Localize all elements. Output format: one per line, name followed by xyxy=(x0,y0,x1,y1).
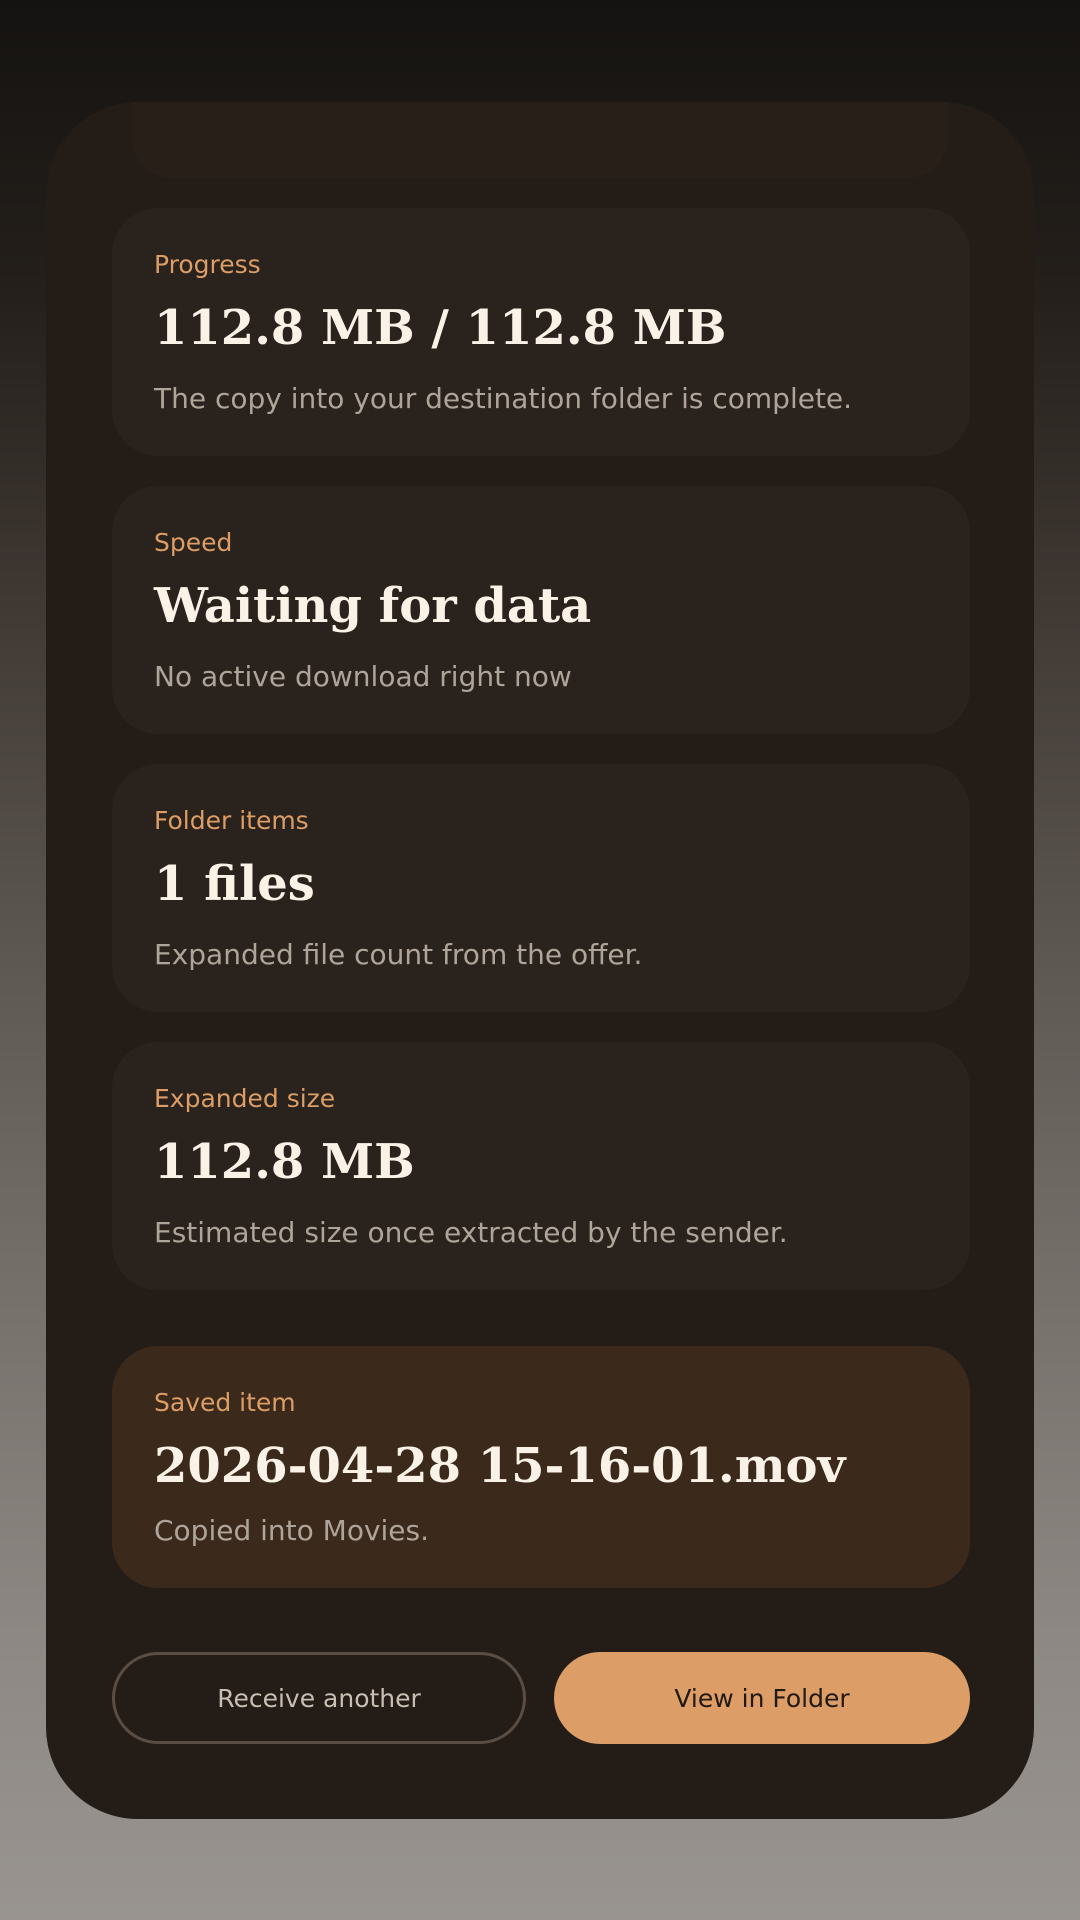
folder-items-description: Expanded file count from the offer. xyxy=(154,938,643,971)
saved-item-description: Copied into Movies. xyxy=(154,1514,430,1547)
expanded-size-label: Expanded size xyxy=(154,1084,336,1113)
transfer-sheet: Progress 112.8 MB / 112.8 MB The copy in… xyxy=(46,102,1034,1819)
expanded-size-card: Expanded size 112.8 MB Estimated size on… xyxy=(112,1042,970,1290)
expanded-size-description: Estimated size once extracted by the sen… xyxy=(154,1216,788,1249)
scrolled-card-edge xyxy=(132,102,948,178)
progress-card: Progress 112.8 MB / 112.8 MB The copy in… xyxy=(112,208,970,456)
folder-items-value: 1 files xyxy=(154,856,315,912)
expanded-size-value: 112.8 MB xyxy=(154,1134,415,1190)
progress-description: The copy into your destination folder is… xyxy=(154,382,853,415)
speed-value: Waiting for data xyxy=(154,578,592,634)
view-in-folder-button[interactable]: View in Folder xyxy=(554,1652,970,1744)
progress-label: Progress xyxy=(154,250,261,279)
speed-label: Speed xyxy=(154,528,233,557)
progress-value: 112.8 MB / 112.8 MB xyxy=(154,300,727,356)
speed-card: Speed Waiting for data No active downloa… xyxy=(112,486,970,734)
saved-item-filename: 2026-04-28 15-16-01.mov xyxy=(154,1438,846,1494)
saved-item-label: Saved item xyxy=(154,1388,296,1417)
speed-description: No active download right now xyxy=(154,660,572,693)
receive-another-button[interactable]: Receive another xyxy=(112,1652,526,1744)
folder-items-label: Folder items xyxy=(154,806,309,835)
folder-items-card: Folder items 1 files Expanded file count… xyxy=(112,764,970,1012)
saved-item-card: Saved item 2026-04-28 15-16-01.mov Copie… xyxy=(112,1346,970,1588)
